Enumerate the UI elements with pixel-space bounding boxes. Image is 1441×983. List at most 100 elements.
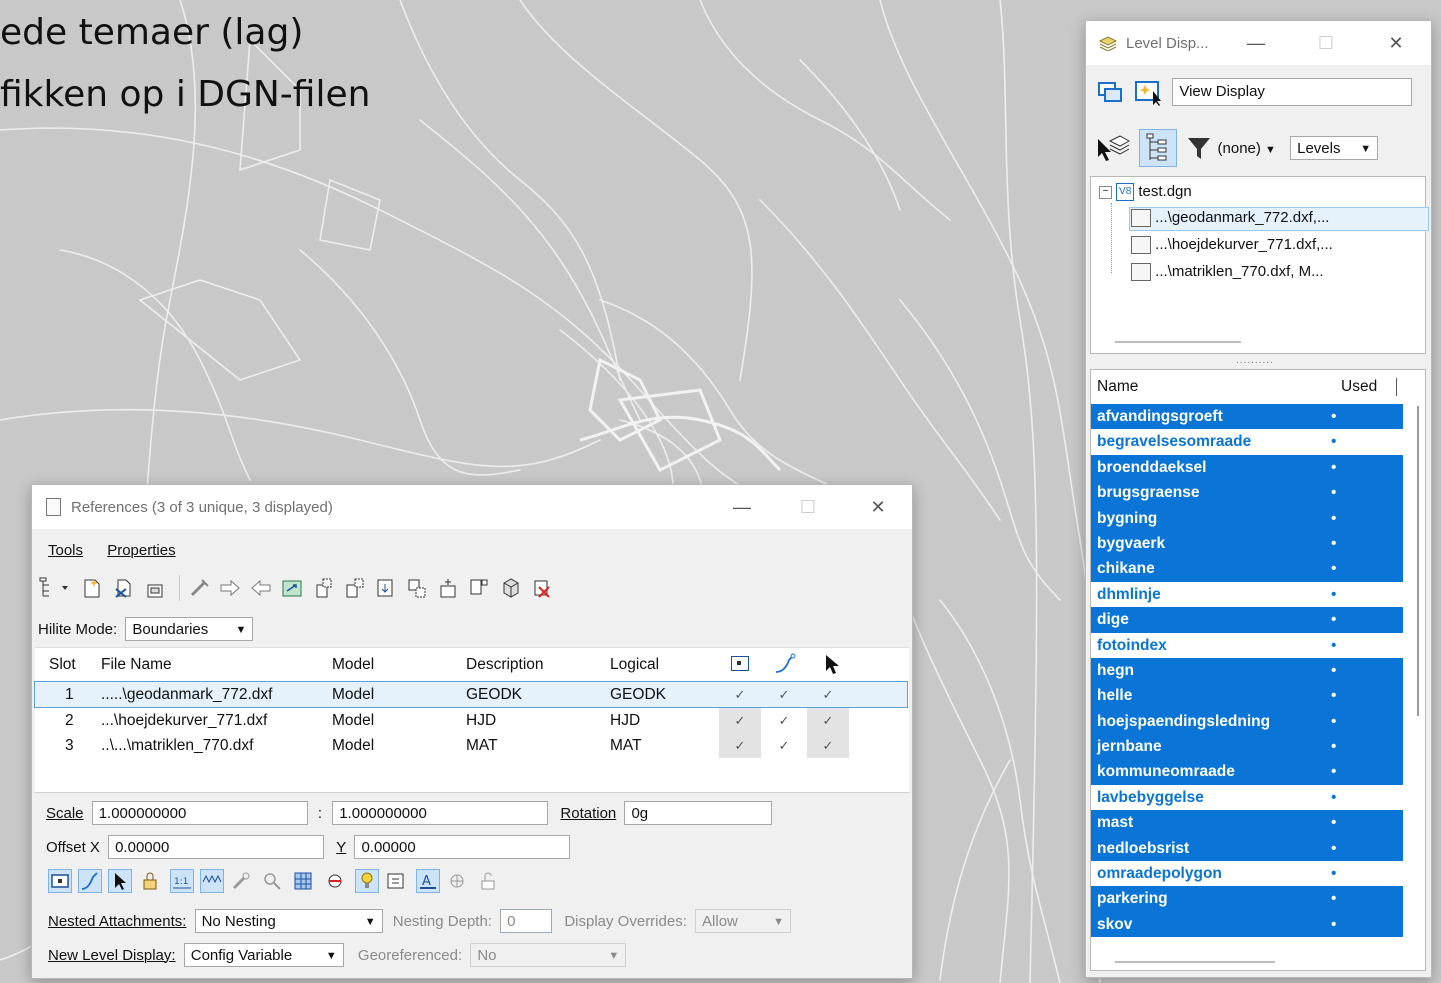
menu-tools[interactable]: Tools: [48, 542, 83, 559]
level-row[interactable]: chikane •: [1091, 556, 1403, 582]
lock-toggle-icon[interactable]: [139, 870, 161, 892]
levels-mode-select[interactable]: Levels ▼: [1290, 136, 1379, 160]
display-toggle-icon[interactable]: [48, 869, 72, 893]
level-row[interactable]: jernbane •: [1091, 734, 1403, 760]
level-row[interactable]: broenddaeksel •: [1091, 454, 1403, 481]
view-display-icon[interactable]: [1133, 77, 1163, 107]
level-row[interactable]: hegn •: [1091, 657, 1403, 684]
level-row[interactable]: omraadepolygon •: [1091, 861, 1403, 887]
level-row[interactable]: bygvaerk •: [1091, 530, 1403, 557]
column-header-name[interactable]: Name: [1097, 370, 1138, 404]
close-icon[interactable]: ✕: [858, 493, 898, 521]
column-header-file-name[interactable]: File Name: [101, 648, 172, 682]
level-row[interactable]: dhmlinje •: [1091, 581, 1403, 608]
level-list-vscrollbar[interactable]: [1417, 406, 1419, 716]
level-row[interactable]: nedloebsrist •: [1091, 835, 1403, 862]
clip-back-icon[interactable]: [500, 577, 522, 599]
level-row[interactable]: begravelsesomraade •: [1091, 429, 1403, 455]
tree-list-icon[interactable]: [38, 577, 72, 599]
collapse-icon[interactable]: −: [1099, 185, 1112, 199]
minimize-icon[interactable]: —: [722, 493, 762, 521]
table-row[interactable]: 1 .....\geodanmark_772.dxf Model GEODK GEODK…: [34, 681, 908, 708]
detach-reference-icon[interactable]: [112, 577, 134, 599]
scale-line-styles-icon[interactable]: [199, 869, 224, 893]
level-row[interactable]: skov •: [1091, 911, 1403, 938]
mirror-horizontal-icon[interactable]: [344, 577, 366, 599]
rotation-input[interactable]: 0g: [624, 801, 773, 825]
exchange-reference-icon[interactable]: [188, 577, 210, 599]
rotate-reference-icon[interactable]: [313, 577, 335, 599]
hilite-mode-select[interactable]: Boundaries ▼: [125, 617, 254, 641]
level-row[interactable]: lavbebyggelse •: [1091, 784, 1403, 811]
print-toggle-icon[interactable]: [385, 870, 407, 892]
tree-item-hoejdekurver[interactable]: ...\hoejdekurver_771.dxf,...: [1131, 236, 1333, 255]
true-scale-toggle-icon[interactable]: 1:1: [169, 869, 194, 893]
nesting-depth-input[interactable]: 0: [500, 909, 553, 933]
snap-toggle-icon[interactable]: [78, 869, 103, 893]
level-row[interactable]: dige •: [1091, 607, 1403, 633]
snap-check[interactable]: ✓: [763, 733, 805, 758]
locate-check[interactable]: ✓: [807, 707, 849, 733]
minimize-icon[interactable]: —: [1236, 29, 1276, 57]
display-overrides-select[interactable]: Allow ▼: [695, 909, 792, 933]
clip-mask-icon[interactable]: [437, 577, 459, 599]
level-list-hscrollbar[interactable]: [1115, 961, 1275, 963]
column-header-used[interactable]: Used: [1341, 370, 1377, 404]
clip-front-icon[interactable]: [468, 577, 490, 599]
offset-x-input[interactable]: 0.00000: [108, 835, 325, 859]
copy-reference-icon[interactable]: [250, 577, 272, 599]
display-check[interactable]: ✓: [719, 733, 761, 758]
nested-attachments-select[interactable]: No Nesting ▼: [194, 909, 383, 933]
snap-check[interactable]: ✓: [763, 682, 805, 707]
light-toggle-icon[interactable]: [354, 869, 379, 893]
filter-icon[interactable]: [1186, 133, 1212, 163]
display-check[interactable]: ✓: [719, 682, 761, 707]
level-row[interactable]: hoejspaendingsledning •: [1091, 708, 1403, 735]
georeference-toggle-icon[interactable]: [446, 870, 468, 892]
tree-item-geodanmark[interactable]: ...\geodanmark_772.dxf,...: [1131, 209, 1329, 228]
display-check[interactable]: ✓: [719, 707, 761, 733]
scale-reference-input[interactable]: 1.000000000: [332, 801, 549, 825]
level-row[interactable]: kommuneomraade •: [1091, 759, 1403, 785]
tree-root-item[interactable]: − V8 test.dgn: [1099, 183, 1192, 202]
unlock-toggle-icon[interactable]: [477, 870, 499, 892]
clip-boundary-icon[interactable]: [406, 577, 428, 599]
close-icon[interactable]: ✕: [1376, 29, 1416, 57]
table-row[interactable]: 2 ...\hoejdekurver_771.dxf Model HJD HJD ✓ ✓ ✓: [35, 707, 909, 733]
table-row[interactable]: 3 ..\...\matriklen_770.dxf Model MAT MAT ✓ ✓ ✓: [35, 733, 909, 758]
new-level-display-select[interactable]: Config Variable ▼: [183, 943, 344, 967]
offset-y-input[interactable]: 0.00000: [354, 835, 571, 859]
filter-select[interactable]: (none) ▼: [1218, 140, 1276, 157]
level-manager-icon[interactable]: [1096, 131, 1131, 165]
level-row[interactable]: bygning •: [1091, 505, 1403, 531]
move-reference-icon[interactable]: [219, 577, 241, 599]
column-header-description[interactable]: Description: [466, 648, 544, 682]
level-row[interactable]: afvandingsgroeft •: [1091, 404, 1403, 430]
tree-view-icon[interactable]: [1139, 129, 1178, 167]
pane-splitter[interactable]: ..........: [1236, 355, 1274, 366]
raster-toggle-icon[interactable]: [292, 870, 314, 892]
column-header-logical[interactable]: Logical: [610, 648, 659, 682]
locate-check[interactable]: ✓: [807, 682, 849, 707]
treat-as-element-icon[interactable]: [261, 870, 283, 892]
references-titlebar[interactable]: References (3 of 3 unique, 3 displayed) …: [32, 485, 912, 529]
column-header-model[interactable]: Model: [332, 648, 374, 682]
reload-reference-icon[interactable]: [144, 577, 166, 599]
level-override-icon[interactable]: [324, 870, 346, 892]
mirror-vertical-icon[interactable]: [375, 577, 397, 599]
menu-properties[interactable]: Properties: [107, 542, 175, 559]
level-row[interactable]: mast •: [1091, 810, 1403, 836]
views-icon[interactable]: [1096, 78, 1124, 106]
attach-reference-icon[interactable]: [81, 577, 103, 599]
georeferenced-select[interactable]: No ▼: [470, 943, 627, 967]
level-display-titlebar[interactable]: Level Disp... — ☐ ✕: [1086, 21, 1431, 65]
text-style-toggle-icon[interactable]: A: [416, 869, 441, 893]
locate-check[interactable]: ✓: [807, 733, 849, 758]
level-row[interactable]: helle •: [1091, 683, 1403, 709]
delete-clip-icon[interactable]: [531, 577, 553, 599]
locate-toggle-icon[interactable]: [108, 869, 133, 893]
view-display-select[interactable]: View Display: [1172, 78, 1413, 106]
display-column-icon[interactable]: [731, 656, 749, 671]
level-row[interactable]: parkering •: [1091, 886, 1403, 912]
tree-hscrollbar[interactable]: [1115, 341, 1241, 343]
